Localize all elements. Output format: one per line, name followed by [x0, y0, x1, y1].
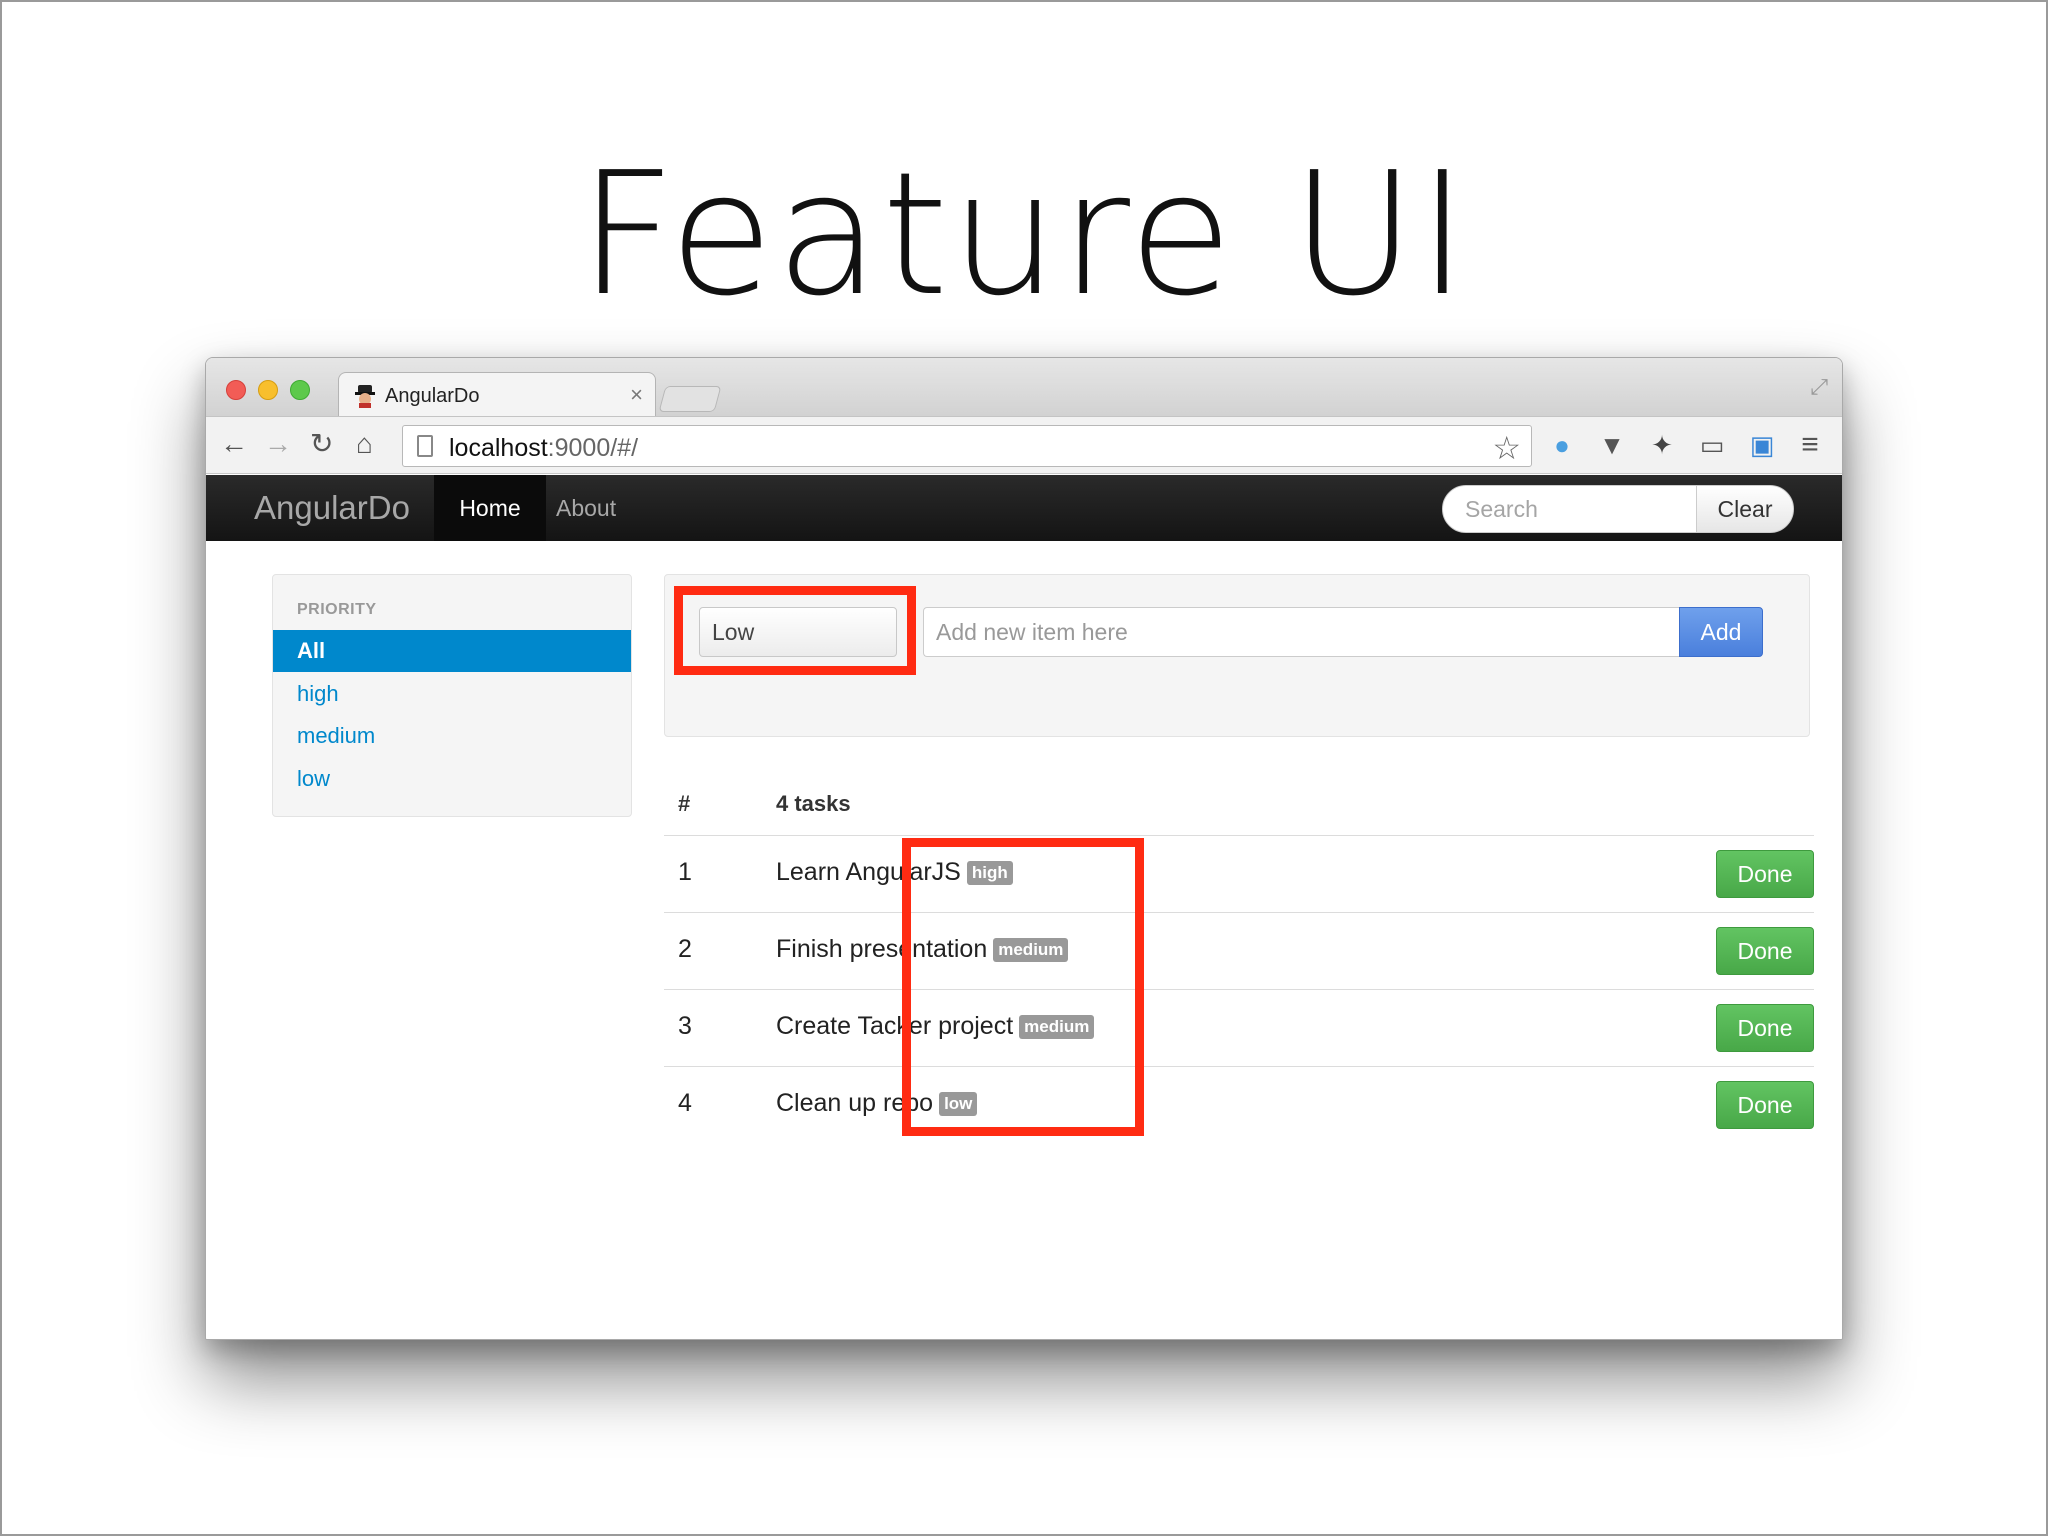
extension-batarang-icon[interactable]: ●: [1546, 429, 1578, 461]
sidebar-header: PRIORITY: [297, 601, 377, 618]
nav-home[interactable]: Home: [434, 475, 546, 541]
table-row: 3 Create Tacker project medium Done: [664, 989, 1814, 1066]
url-path: :9000/#/: [547, 434, 639, 462]
forward-arrow-icon[interactable]: →: [264, 429, 292, 459]
tab-close-icon[interactable]: ×: [630, 382, 643, 408]
minimize-window-icon[interactable]: [258, 380, 278, 400]
slide-title: Feature UI: [578, 136, 1470, 334]
sidebar-item-low[interactable]: low: [273, 758, 631, 800]
url-text[interactable]: localhost:9000/#/: [449, 434, 638, 463]
brand-logo[interactable]: AngularDo: [254, 489, 410, 527]
page-icon: [417, 435, 433, 457]
done-button[interactable]: Done: [1716, 1081, 1814, 1129]
app-navbar: AngularDo Home About Clear: [206, 475, 1842, 541]
sidebar-item-high[interactable]: high: [273, 673, 631, 715]
task-number: 2: [678, 935, 692, 963]
done-button[interactable]: Done: [1716, 1004, 1814, 1052]
zoom-window-icon[interactable]: [290, 380, 310, 400]
tab-strip: AngularDo × ⤢: [206, 358, 1842, 418]
add-button[interactable]: Add: [1679, 607, 1763, 657]
new-item-input[interactable]: [923, 607, 1679, 657]
address-bar[interactable]: localhost:9000/#/ ☆: [402, 425, 1532, 467]
done-button[interactable]: Done: [1716, 927, 1814, 975]
clear-button[interactable]: Clear: [1696, 485, 1794, 533]
column-header-tasks: 4 tasks: [776, 791, 851, 816]
bookmark-star-icon[interactable]: ☆: [1492, 429, 1521, 467]
sidebar-item-medium[interactable]: medium: [273, 715, 631, 757]
cast-icon[interactable]: ▭: [1696, 429, 1728, 461]
search-input[interactable]: [1442, 485, 1698, 533]
browser-toolbar: ← → ↻ ⌂ localhost:9000/#/ ☆ ● ▼ ✦ ▭ ▣ ≡: [206, 416, 1842, 474]
home-icon[interactable]: ⌂: [356, 429, 373, 459]
priority-sidebar: PRIORITY All high medium low: [272, 574, 632, 817]
table-row: 1 Learn AngularJS high Done: [664, 835, 1814, 912]
extension-puzzle-icon[interactable]: ✦: [1646, 429, 1678, 461]
task-number: 3: [678, 1012, 692, 1040]
extension-pocket-icon[interactable]: ▼: [1596, 429, 1628, 461]
browser-tab[interactable]: AngularDo ×: [338, 372, 656, 418]
annotation-box-priority-select: [674, 586, 916, 675]
reload-icon[interactable]: ↻: [310, 429, 333, 459]
new-tab-button[interactable]: [658, 386, 722, 412]
url-host: localhost: [449, 434, 548, 462]
angulardo-favicon-icon: [355, 385, 375, 408]
annotation-box-priority-badges: [902, 838, 1144, 1136]
fullscreen-icon[interactable]: ⤢: [1810, 374, 1828, 400]
sidebar-item-all[interactable]: All: [273, 630, 631, 672]
tab-title: AngularDo: [385, 385, 480, 407]
done-button[interactable]: Done: [1716, 850, 1814, 898]
nav-about[interactable]: About: [556, 475, 616, 541]
back-arrow-icon[interactable]: ←: [220, 429, 248, 459]
table-row: 4 Clean up repo low Done: [664, 1066, 1814, 1143]
table-row: 2 Finish presentation medium Done: [664, 912, 1814, 989]
close-window-icon[interactable]: [226, 380, 246, 400]
task-number: 1: [678, 858, 692, 886]
menu-icon[interactable]: ≡: [1794, 429, 1826, 461]
task-number: 4: [678, 1089, 692, 1117]
column-header-number: #: [678, 791, 691, 816]
extension-window-resizer-icon[interactable]: ▣: [1746, 429, 1778, 461]
